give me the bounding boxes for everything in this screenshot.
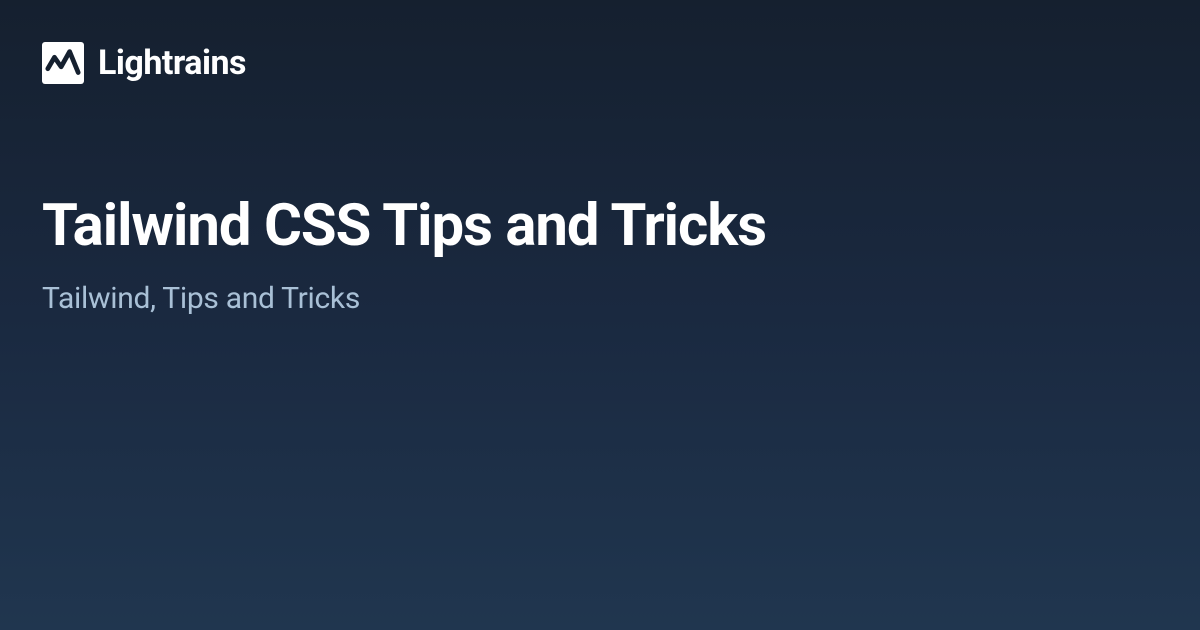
page-subtitle: Tailwind, Tips and Tricks (42, 281, 766, 316)
page-title: Tailwind CSS Tips and Tricks (42, 195, 766, 259)
brand-logo-icon (42, 42, 84, 84)
brand-logo: Lightrains (42, 42, 246, 84)
content-block: Tailwind CSS Tips and Tricks Tailwind, T… (42, 195, 766, 316)
brand-name: Lightrains (98, 43, 246, 83)
